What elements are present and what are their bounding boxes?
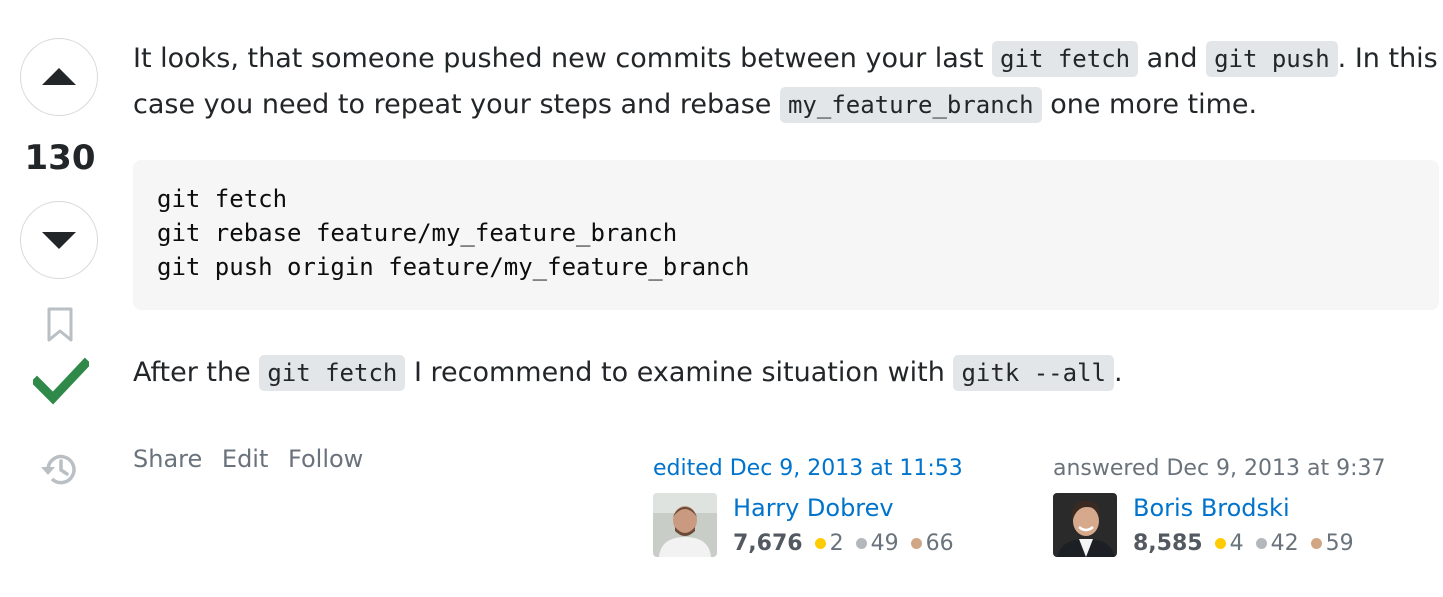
bronze-badge-count: 59 <box>1325 531 1354 556</box>
avatar[interactable] <box>1053 493 1117 557</box>
vote-count: 130 <box>24 138 96 178</box>
code-line: git fetch <box>157 185 288 213</box>
upvote-button[interactable] <box>20 38 98 116</box>
answer-body: It looks, that someone pushed new commit… <box>133 36 1439 128</box>
text: . <box>1113 357 1123 388</box>
code-block: git fetch git rebase feature/my_feature_… <box>133 160 1439 310</box>
silver-badge-count: 49 <box>870 531 899 556</box>
owner-reputation: 8,585 4 42 59 <box>1133 529 1364 559</box>
paragraph-1: It looks, that someone pushed new commit… <box>133 36 1439 128</box>
editor-user-card: edited Dec 9, 2013 at 11:53 Harry Dobrev… <box>653 453 1013 557</box>
editor-reputation: 7,676 2 49 66 <box>733 529 964 559</box>
bronze-badge-icon <box>910 538 922 549</box>
edit-link[interactable]: Edit <box>222 445 268 473</box>
owner-user-link[interactable]: Boris Brodski <box>1133 491 1290 525</box>
answered-timestamp: answered Dec 9, 2013 at 9:37 <box>1053 456 1386 481</box>
gold-badge-icon <box>814 538 826 549</box>
post-menu: Share Edit Follow <box>133 445 375 473</box>
inline-code: git fetch <box>259 355 406 391</box>
silver-badge-icon <box>855 538 867 549</box>
code-line: git rebase feature/my_feature_branch <box>157 219 678 247</box>
inline-code: my_feature_branch <box>779 87 1042 123</box>
gold-badge-count: 2 <box>829 531 844 556</box>
vote-column: 130 <box>0 0 120 597</box>
history-icon[interactable] <box>38 448 80 490</box>
inline-code: gitk --all <box>953 355 1114 391</box>
avatar-image <box>1053 493 1117 557</box>
text: and <box>1138 43 1207 74</box>
bronze-badge-icon <box>1310 538 1322 549</box>
bronze-badge-count: 66 <box>925 531 954 556</box>
text: I recommend to examine situation with <box>405 357 954 388</box>
reputation-score: 8,585 <box>1133 531 1203 556</box>
share-link[interactable]: Share <box>133 445 202 473</box>
text: After the <box>133 357 260 388</box>
gold-badge-icon <box>1214 538 1226 549</box>
reputation-score: 7,676 <box>733 531 803 556</box>
arrow-up-icon <box>42 68 76 85</box>
accepted-checkmark-icon <box>33 357 89 405</box>
downvote-button[interactable] <box>20 201 98 279</box>
inline-code: git push <box>1206 41 1338 77</box>
avatar-image <box>653 493 717 557</box>
owner-user-card: answered Dec 9, 2013 at 9:37 Boris Brods… <box>1053 453 1413 557</box>
text: It looks, that someone pushed new commit… <box>133 43 993 74</box>
editor-user-link[interactable]: Harry Dobrev <box>733 491 894 525</box>
paragraph-2: After the git fetch I recommend to exami… <box>133 350 1123 396</box>
gold-badge-count: 4 <box>1229 531 1244 556</box>
arrow-down-icon <box>42 232 76 249</box>
silver-badge-icon <box>1255 538 1267 549</box>
code-line: git push origin feature/my_feature_branc… <box>157 253 750 281</box>
follow-link[interactable]: Follow <box>288 445 363 473</box>
inline-code: git fetch <box>992 41 1139 77</box>
silver-badge-count: 42 <box>1270 531 1299 556</box>
edited-timestamp-link[interactable]: edited Dec 9, 2013 at 11:53 <box>653 453 1013 485</box>
bookmark-icon[interactable] <box>45 307 75 343</box>
avatar[interactable] <box>653 493 717 557</box>
text: one more time. <box>1041 89 1258 120</box>
